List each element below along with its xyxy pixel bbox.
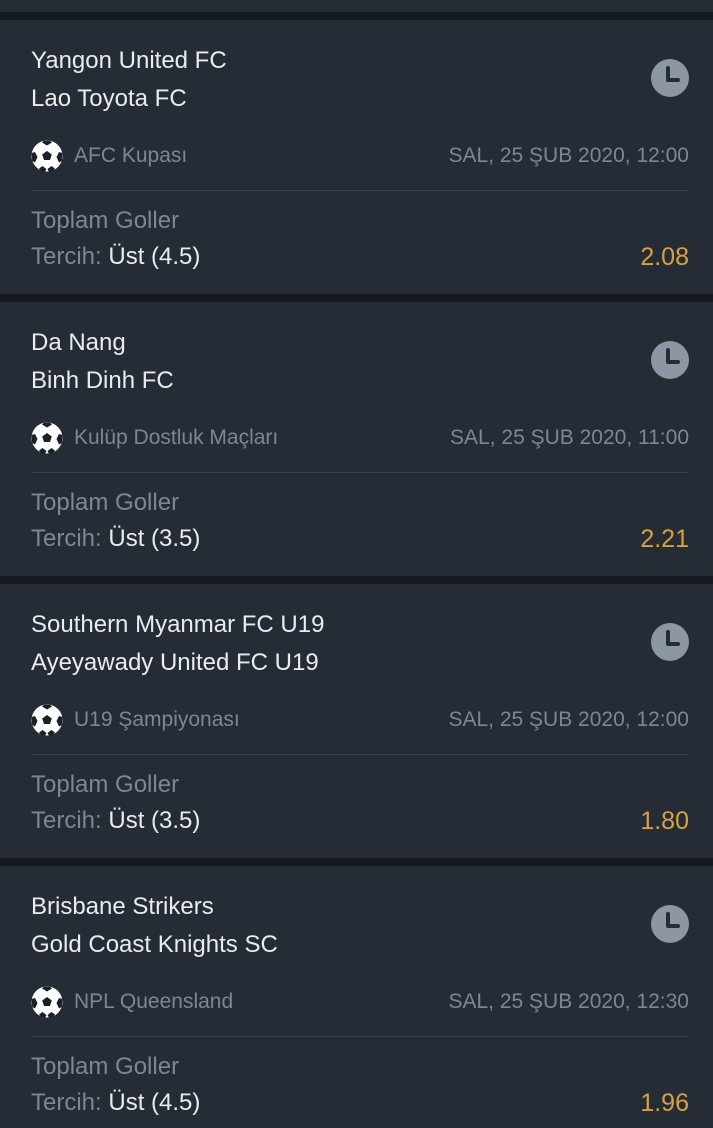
league-name: NPL Queensland [74, 990, 234, 1013]
pick-value: Üst (3.5) [108, 525, 201, 552]
odds-value: 1.96 [640, 1089, 689, 1117]
home-team: Yangon United FC [31, 47, 227, 74]
pick: Tercih: Üst (4.5) [31, 1088, 200, 1118]
away-team: Gold Coast Knights SC [31, 931, 278, 958]
pick-label: Tercih: [31, 243, 102, 270]
pick-label: Tercih: [31, 1089, 102, 1116]
league-name: AFC Kupası [74, 144, 188, 167]
divider [31, 754, 689, 755]
clock-icon [651, 59, 689, 97]
home-team: Brisbane Strikers [31, 893, 214, 920]
market-name: Toplam Goller [31, 489, 180, 516]
pick-value: Üst (4.5) [108, 243, 201, 270]
league-row: U19 Şampiyonası SAL, 25 ŞUB 2020, 12:00 [31, 704, 689, 736]
pick-label: Tercih: [31, 525, 102, 552]
match-datetime: SAL, 25 ŞUB 2020, 12:30 [448, 990, 689, 1013]
clock-icon [651, 341, 689, 379]
soccer-ball-icon [31, 704, 63, 736]
pick: Tercih: Üst (3.5) [31, 524, 200, 554]
previous-card-edge [0, 0, 713, 12]
bet-card[interactable]: Brisbane Strikers Gold Coast Knights SC … [0, 866, 713, 1128]
divider [31, 472, 689, 473]
soccer-ball-icon [31, 140, 63, 172]
league-name: Kulüp Dostluk Maçları [74, 426, 279, 449]
away-team: Lao Toyota FC [31, 85, 187, 112]
match-datetime: SAL, 25 ŞUB 2020, 12:00 [448, 144, 689, 167]
away-team: Binh Dinh FC [31, 367, 174, 394]
league-row: Kulüp Dostluk Maçları SAL, 25 ŞUB 2020, … [31, 422, 689, 454]
market-name: Toplam Goller [31, 1053, 180, 1080]
odds-value: 2.21 [640, 525, 689, 553]
divider [31, 1036, 689, 1037]
league-row: NPL Queensland SAL, 25 ŞUB 2020, 12:30 [31, 986, 689, 1018]
away-team: Ayeyawady United FC U19 [31, 649, 319, 676]
match-datetime: SAL, 25 ŞUB 2020, 11:00 [450, 426, 689, 449]
soccer-ball-icon [31, 422, 63, 454]
market-name: Toplam Goller [31, 207, 180, 234]
home-team: Da Nang [31, 329, 126, 356]
bet-card[interactable]: Southern Myanmar FC U19 Ayeyawady United… [0, 584, 713, 858]
bet-card[interactable]: Yangon United FC Lao Toyota FC AFC Kupas… [0, 20, 713, 294]
pick-value: Üst (4.5) [108, 1089, 201, 1116]
clock-icon [651, 623, 689, 661]
bet-card[interactable]: Da Nang Binh Dinh FC Kulüp Dostluk Maçla… [0, 302, 713, 576]
divider [31, 190, 689, 191]
pick: Tercih: Üst (4.5) [31, 242, 200, 272]
pick-value: Üst (3.5) [108, 807, 201, 834]
clock-icon [651, 905, 689, 943]
market-name: Toplam Goller [31, 771, 180, 798]
league-name: U19 Şampiyonası [74, 708, 240, 731]
pick: Tercih: Üst (3.5) [31, 806, 200, 836]
odds-value: 2.08 [640, 243, 689, 271]
league-row: AFC Kupası SAL, 25 ŞUB 2020, 12:00 [31, 140, 689, 172]
home-team: Southern Myanmar FC U19 [31, 611, 325, 638]
odds-value: 1.80 [640, 807, 689, 835]
pick-label: Tercih: [31, 807, 102, 834]
soccer-ball-icon [31, 986, 63, 1018]
match-datetime: SAL, 25 ŞUB 2020, 12:00 [448, 708, 689, 731]
